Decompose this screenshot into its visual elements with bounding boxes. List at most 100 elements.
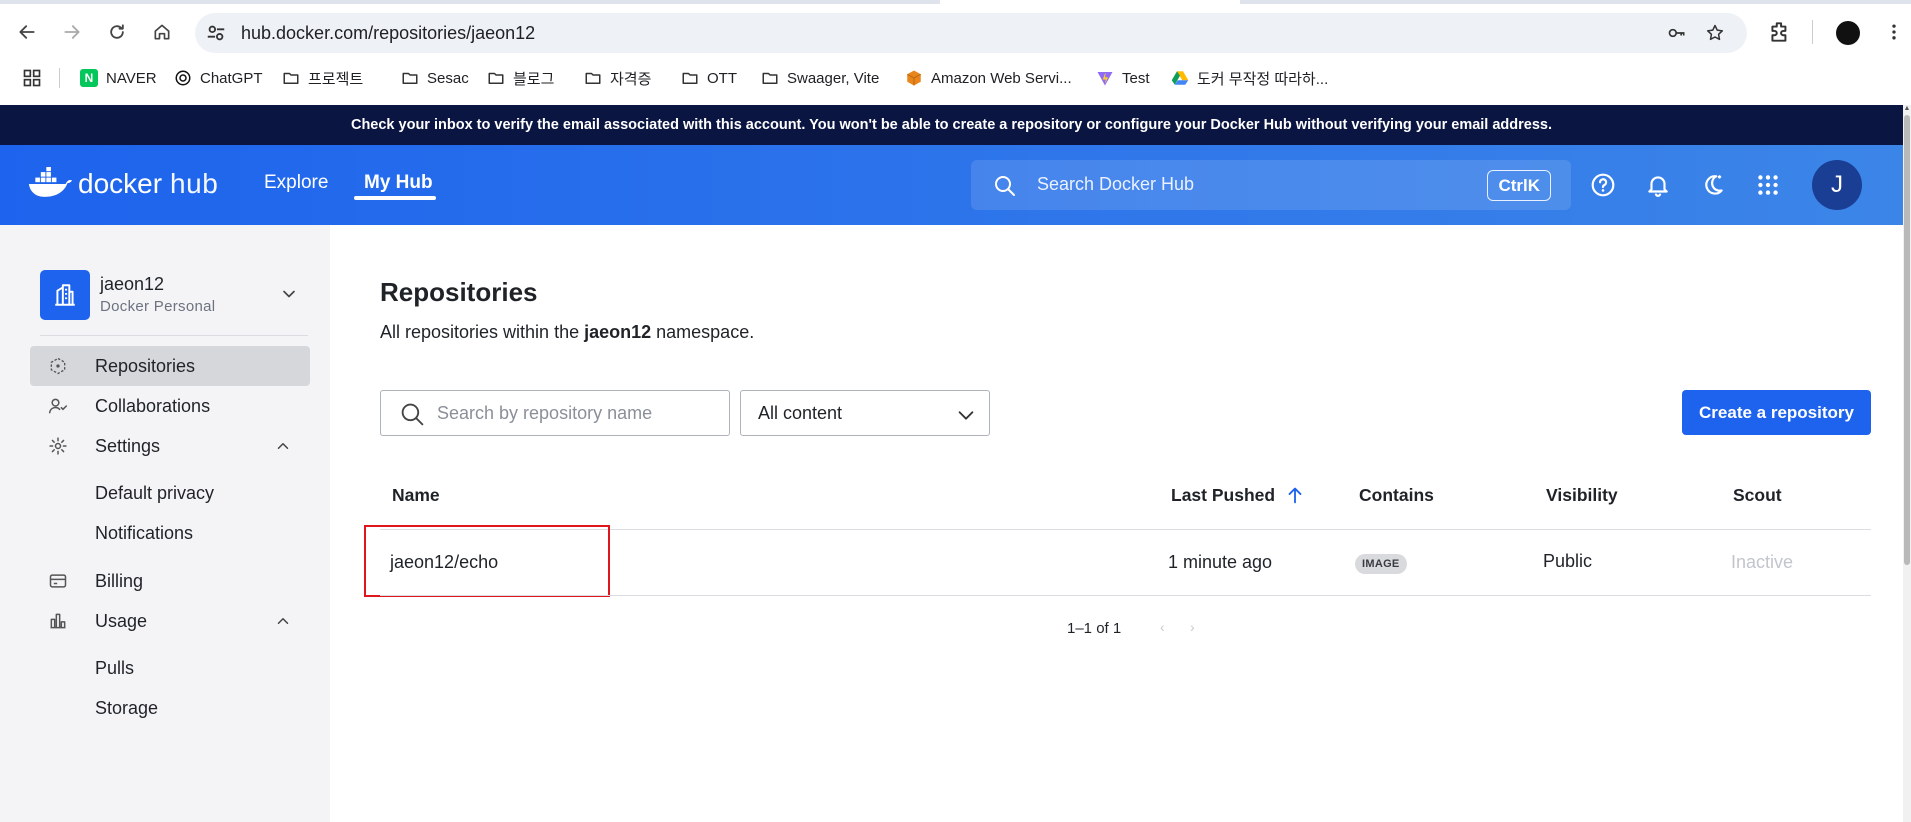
forward-button[interactable] [59,19,85,45]
page-subtitle: All repositories within the jaeon12 name… [380,322,754,343]
bookmark-folder[interactable]: Sesac [401,66,469,90]
bookmark-test[interactable]: Test [1096,66,1150,90]
reload-button[interactable] [104,19,130,45]
bookmark-aws[interactable]: Amazon Web Servi... [905,66,1072,90]
bookmark-folder[interactable]: 블로그 [487,66,554,90]
search-icon [995,176,1015,196]
bookmark-label: OTT [707,69,737,87]
account-avatar[interactable] [40,270,90,320]
bookmark-folder[interactable]: Swaager, Vite [761,66,879,90]
repository-search-field[interactable] [380,390,730,436]
subtitle-suffix: namespace. [651,322,755,342]
nav-my-hub[interactable]: My Hub [364,172,433,194]
theme-toggle-icon[interactable] [1700,172,1726,198]
logo-docker-text: docker [78,168,163,199]
folder-icon [585,72,601,84]
sidebar-item-storage[interactable]: Storage [95,698,158,719]
naver-icon: N [80,69,98,87]
page-scrollbar-thumb[interactable] [1904,115,1910,565]
user-avatar[interactable]: J [1812,160,1862,210]
home-button[interactable] [149,19,175,45]
highlight-box [364,525,610,597]
active-nav-indicator [354,196,436,200]
extensions-icon[interactable] [1767,19,1793,45]
create-repository-label: Create a repository [1699,402,1854,422]
sidebar-item-settings[interactable]: Settings [30,426,310,466]
bookmark-star-icon[interactable] [1705,23,1725,43]
bookmark-divider [59,68,60,88]
sidebar-item-notifications[interactable]: Notifications [95,523,193,544]
chevron-up-icon[interactable] [274,437,292,455]
subtitle-namespace: jaeon12 [584,322,652,342]
bookmark-folder[interactable]: OTT [681,66,737,90]
bookmark-drive[interactable]: 도커 무작정 따라하... [1171,66,1328,90]
verify-email-text: Check your inbox to verify the email ass… [350,117,1553,133]
bookmark-label: NAVER [106,69,157,87]
docker-hub-logo[interactable]: docker hub [28,167,218,201]
apps-grid-icon[interactable] [22,68,42,88]
bell-icon[interactable] [1645,172,1671,198]
arrow-left-icon [19,25,35,39]
chevron-down-icon[interactable] [279,284,299,304]
folder-icon [488,72,504,84]
last-pushed-cell: 1 minute ago [1168,552,1273,572]
bookmark-chatgpt[interactable]: ChatGPT [174,66,263,90]
sidebar-item-label: Repositories [95,355,196,376]
repository-search-input[interactable] [437,400,717,426]
bookmark-folder[interactable]: 프로젝트 [282,66,363,90]
folder-icon [762,72,778,84]
browser-menu-icon[interactable] [1884,19,1904,45]
bookmark-label: 자격증 [610,70,652,88]
global-search-bar[interactable]: Search Docker Hub CtrlK [971,160,1571,210]
visibility-cell: Public [1543,551,1593,571]
column-header-name[interactable]: Name [392,485,440,506]
password-key-icon[interactable] [1667,23,1687,43]
account-type: Docker Personal [100,298,216,315]
chevron-up-icon[interactable] [274,612,292,630]
column-header-last-pushed[interactable]: Last Pushed [1171,485,1275,506]
sidebar-item-label: Collaborations [95,395,211,416]
bookmark-label: 프로젝트 [308,70,364,88]
bookmark-naver[interactable]: N NAVER [80,66,157,90]
help-icon[interactable] [1590,172,1616,198]
create-repository-button[interactable]: Create a repository [1682,390,1871,435]
bookmarks-bar: N NAVER ChatGPT 프로젝트 Sesac 블로그 자격증 OTT S… [0,63,1911,93]
pagination-prev-button[interactable]: ‹ [1160,619,1176,637]
usage-icon [50,613,66,629]
sidebar-item-pulls[interactable]: Pulls [95,658,134,679]
pagination-next-button[interactable]: › [1190,619,1206,637]
sidebar-item-repositories[interactable]: Repositories [30,346,310,386]
sidebar-item-collaborations[interactable]: Collaborations [30,386,310,426]
vite-icon [1097,72,1113,86]
scroll-up-arrow-icon[interactable]: ▲ [1903,105,1911,115]
profile-avatar[interactable] [1836,21,1860,45]
billing-icon [49,574,67,588]
bookmark-label: Amazon Web Servi... [931,69,1072,87]
sidebar-item-default-privacy[interactable]: Default privacy [95,483,214,504]
account-name[interactable]: jaeon12 [100,274,164,295]
site-settings-icon[interactable] [205,22,227,44]
sort-ascending-icon[interactable] [1284,484,1306,506]
avatar-initial: J [1831,171,1843,198]
logo-hub-text: hub [170,168,219,199]
content-filter-select[interactable]: All content [740,390,990,436]
scout-status-cell: Inactive [1731,552,1794,572]
bookmark-label: Swaager, Vite [787,69,880,87]
sidebar-item-usage[interactable]: Usage [30,601,310,641]
reload-icon [110,24,124,39]
nav-explore[interactable]: Explore [264,172,328,194]
search-icon [401,403,424,426]
sidebar-item-billing[interactable]: Billing [30,561,310,601]
aws-icon [907,70,921,86]
url-text[interactable]: hub.docker.com/repositories/jaeon12 [241,23,535,44]
apps-menu-icon[interactable] [1755,172,1781,198]
column-header-visibility: Visibility [1546,485,1618,505]
global-search-placeholder: Search Docker Hub [1037,174,1195,194]
column-header-scout: Scout [1733,485,1782,505]
back-button[interactable] [14,19,40,45]
bookmark-folder[interactable]: 자격증 [584,66,651,90]
address-bar[interactable]: hub.docker.com/repositories/jaeon12 [195,13,1747,53]
contains-badge: IMAGE [1355,554,1407,574]
tab-strip [0,0,1911,4]
sidebar-item-label: Billing [95,570,144,591]
